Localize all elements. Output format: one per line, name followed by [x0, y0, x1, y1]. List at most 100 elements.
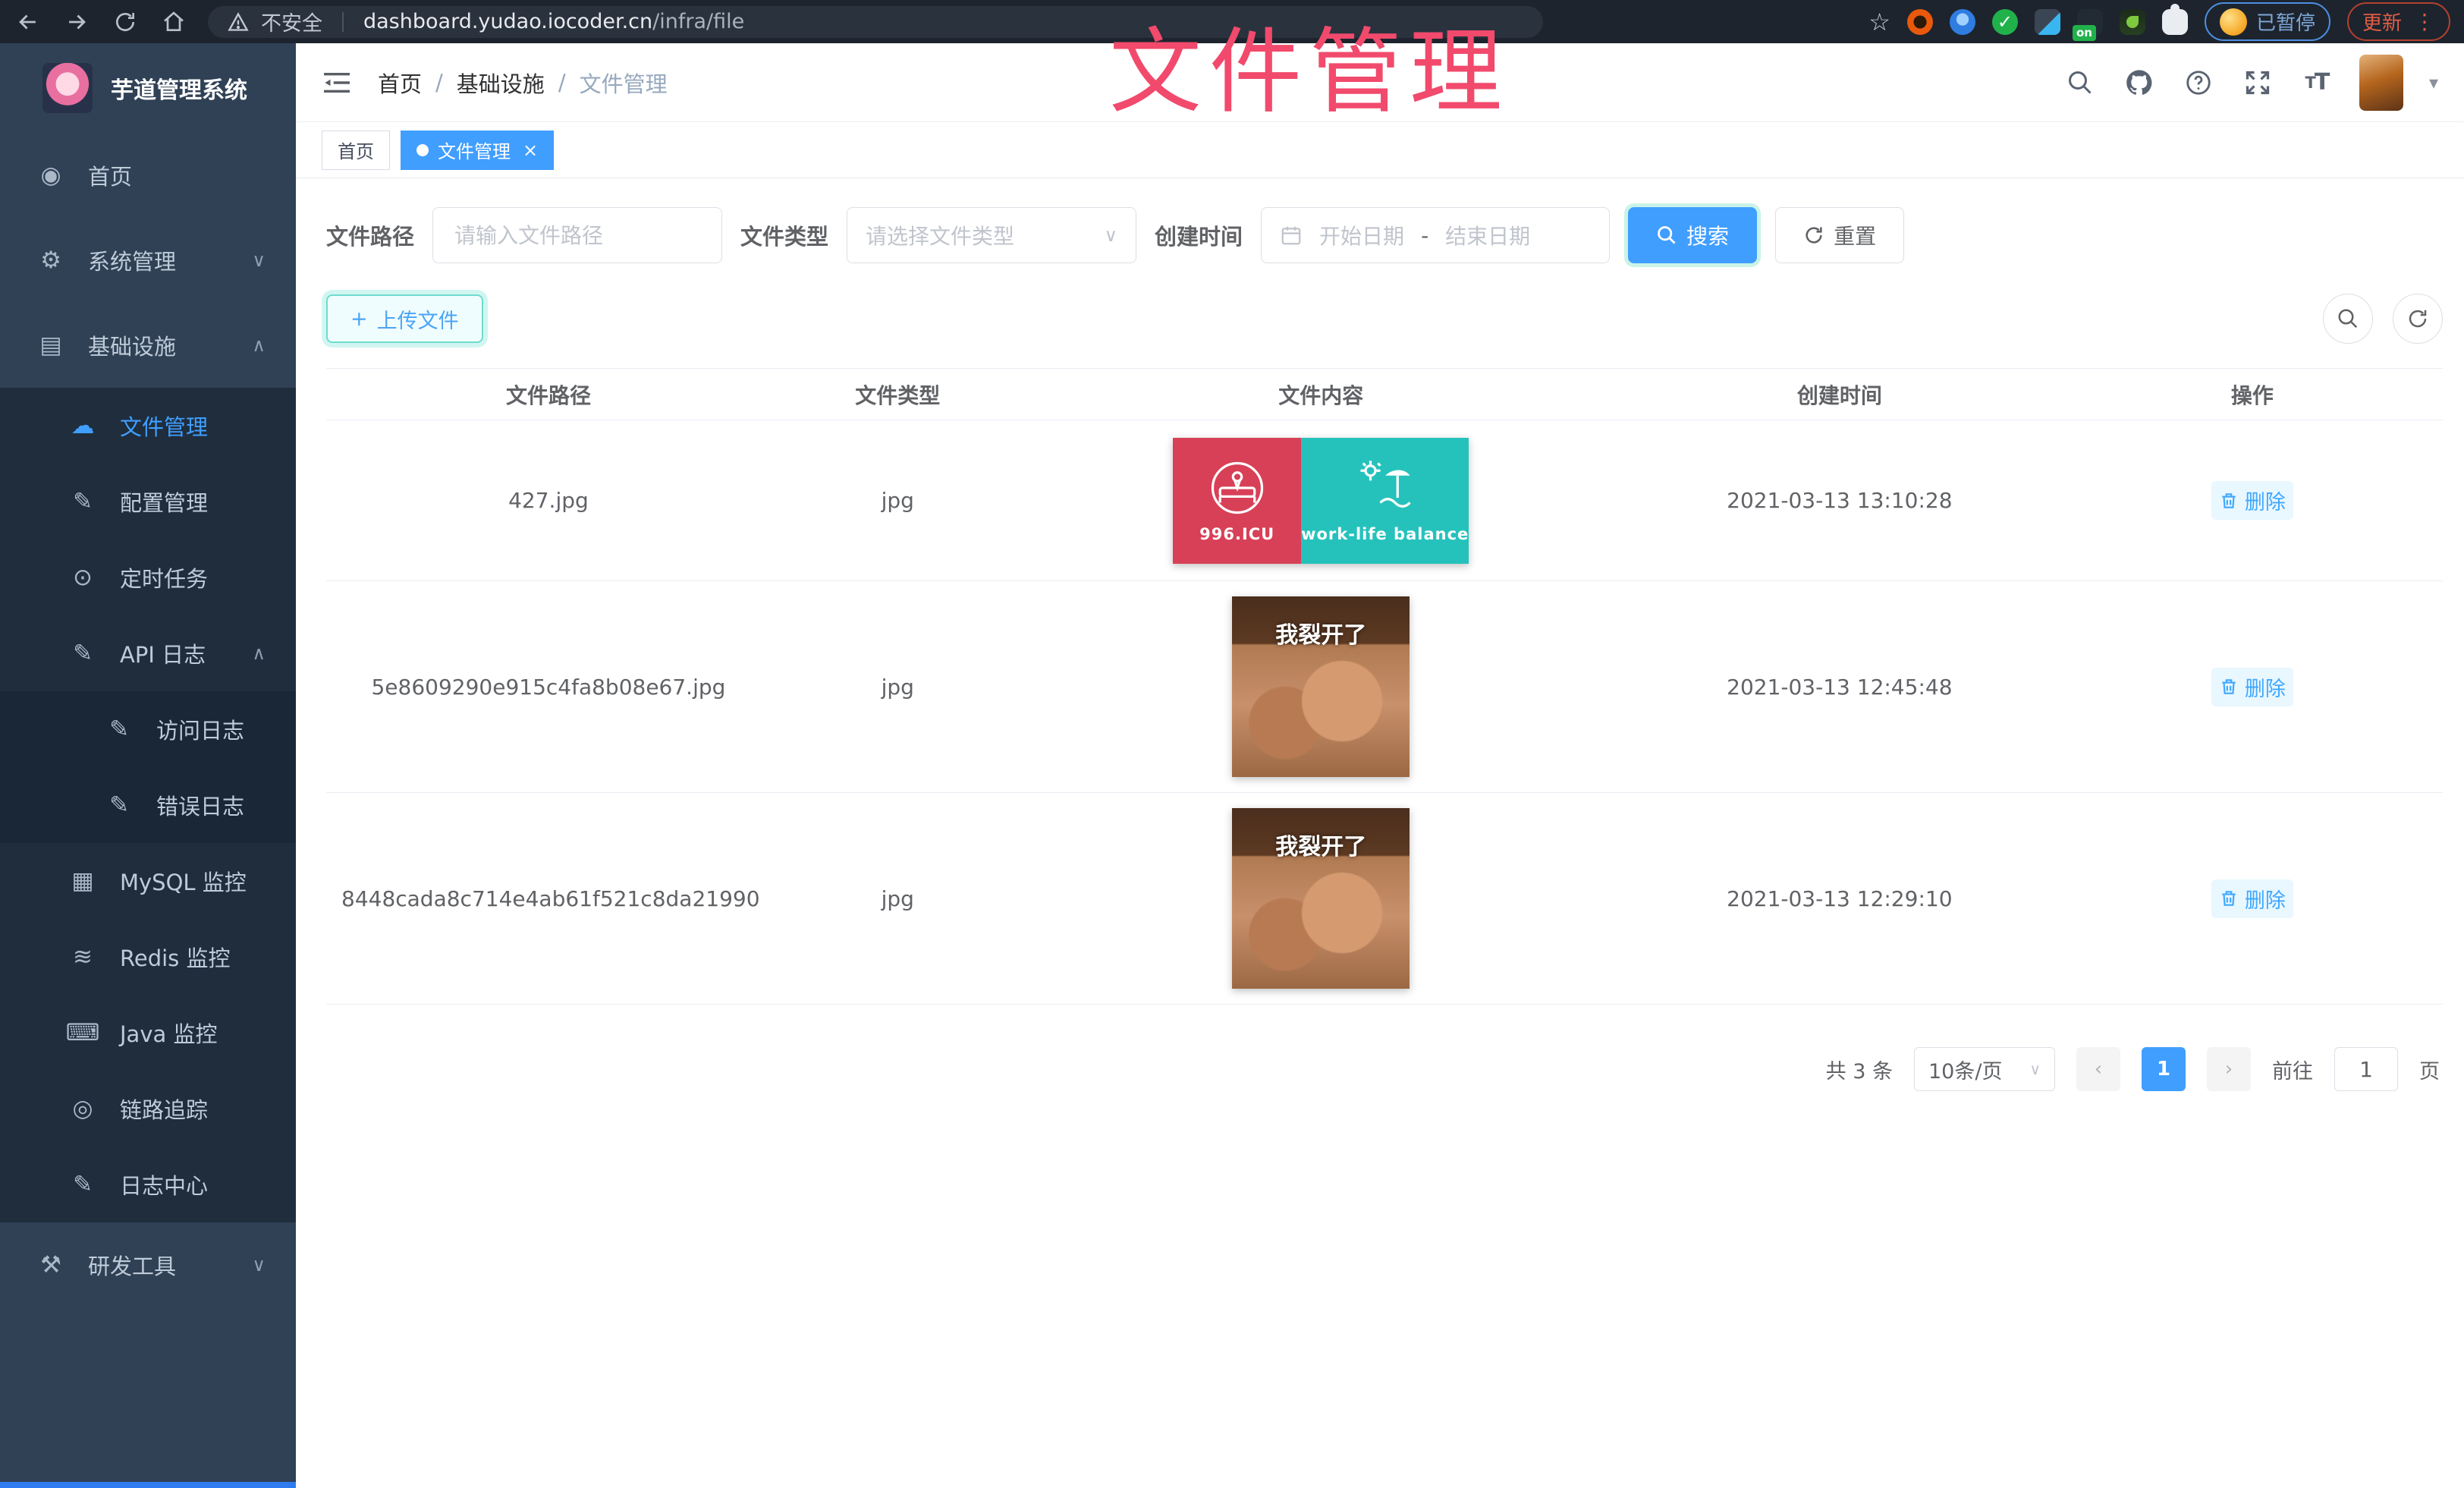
cloud-icon: ☁: [65, 412, 100, 439]
file-thumbnail-meme[interactable]: 我裂开了: [1232, 596, 1410, 777]
reset-button[interactable]: 重置: [1775, 207, 1904, 263]
browser-back-icon[interactable]: [14, 8, 42, 36]
next-page-button[interactable]: ›: [2207, 1047, 2251, 1091]
column-header: 文件内容: [1025, 379, 1617, 410]
chevron-down-icon: ∨: [1104, 225, 1117, 246]
extension-icon[interactable]: [1950, 9, 1975, 35]
refresh-table-button[interactable]: [2393, 294, 2443, 344]
breadcrumb-item[interactable]: 首页: [378, 67, 422, 99]
file-path-input[interactable]: [432, 207, 722, 263]
sidebar-item-redis[interactable]: ≋Redis 监控: [0, 919, 296, 995]
thumb-left-text: 996.ICU: [1199, 525, 1274, 543]
browser-reload-icon[interactable]: [111, 8, 140, 36]
tag-item[interactable]: 首页: [322, 131, 390, 170]
browser-menu-icon[interactable]: ⋮: [2414, 9, 2435, 34]
profile-avatar: [2220, 8, 2247, 36]
current-page-button[interactable]: 1: [2142, 1047, 2186, 1091]
show-search-button[interactable]: [2323, 294, 2373, 344]
sidebar-item-system[interactable]: ⚙系统管理∨: [0, 218, 296, 303]
cell-file-content: 我裂开了: [1025, 596, 1617, 777]
sidebar-item-log-center[interactable]: ✎日志中心: [0, 1147, 296, 1222]
page-size-select[interactable]: 10条/页 ∨: [1914, 1047, 2055, 1091]
extension-icon[interactable]: ✓: [1992, 9, 2018, 35]
sidebar-item-config[interactable]: ✎配置管理: [0, 464, 296, 540]
search-icon[interactable]: [2063, 66, 2097, 99]
close-icon[interactable]: ×: [523, 140, 538, 161]
delete-button[interactable]: 删除: [2211, 481, 2293, 520]
sidebar-item-label: 首页: [88, 159, 132, 191]
sidebar-item-error-log[interactable]: ✎错误日志: [0, 767, 296, 843]
font-size-icon[interactable]: TT: [2300, 66, 2334, 99]
sidebar-item-api-log[interactable]: ✎API 日志∧: [0, 615, 296, 691]
sidebar-item-java[interactable]: ⌨Java 监控: [0, 995, 296, 1071]
table-row: 5e8609290e915c4fa8b08e67.jpgjpg我裂开了2021-…: [326, 581, 2443, 793]
app-title: 芋道管理系统: [111, 71, 247, 105]
sidebar-logo-row[interactable]: 芋道管理系统: [0, 43, 296, 133]
chrome-update-pill[interactable]: 更新 ⋮: [2347, 2, 2450, 41]
start-date-placeholder: 开始日期: [1319, 220, 1404, 250]
user-avatar[interactable]: [2359, 55, 2403, 111]
monitor-icon: ▤: [33, 332, 68, 359]
tag-active[interactable]: 文件管理×: [401, 131, 554, 170]
thumb-left-panel: 996.ICU: [1173, 438, 1301, 564]
browser-home-icon[interactable]: [159, 8, 188, 36]
extension-icon[interactable]: [2035, 9, 2060, 35]
bookmark-star-icon[interactable]: ☆: [1868, 8, 1890, 36]
sidebar-item-file[interactable]: ☁ 文件管理: [0, 388, 296, 464]
github-icon[interactable]: [2123, 66, 2156, 99]
column-header: 创建时间: [1617, 379, 2062, 410]
file-type-label: 文件类型: [740, 219, 828, 251]
stack-icon: ≋: [65, 943, 100, 971]
extension-icon[interactable]: [2120, 9, 2145, 35]
trash-icon: [2219, 889, 2239, 908]
extensions-puzzle-icon[interactable]: [2162, 9, 2188, 35]
search-button[interactable]: 搜索: [1628, 207, 1757, 263]
breadcrumb-separator: /: [435, 70, 443, 96]
date-range-picker[interactable]: 开始日期 - 结束日期: [1261, 207, 1610, 263]
chevron-down-icon: ∨: [252, 250, 266, 271]
goto-page-input[interactable]: [2334, 1047, 2398, 1091]
breadcrumb-separator: /: [558, 70, 566, 96]
sidebar-item-trace[interactable]: ◎链路追踪: [0, 1071, 296, 1147]
gear-icon: ⚙: [33, 247, 68, 274]
submenu-api-log: ✎访问日志✎错误日志: [0, 691, 296, 843]
cell-file-path: 8448cada8c714e4ab61f521c8da21990: [326, 886, 771, 911]
upload-file-button[interactable]: + 上传文件: [326, 294, 483, 343]
browser-forward-icon[interactable]: [62, 8, 91, 36]
extension-icon[interactable]: [1907, 9, 1933, 35]
refresh-icon: [2406, 307, 2429, 330]
sidebar-item-devtools[interactable]: ⚒研发工具∨: [0, 1222, 296, 1307]
browser-chrome: 不安全 dashboard.yudao.iocoder.cn/infra/fil…: [0, 0, 2464, 43]
help-icon[interactable]: [2182, 66, 2215, 99]
sidebar-item-job[interactable]: ⊙定时任务: [0, 540, 296, 615]
chevron-down-icon[interactable]: ▾: [2429, 72, 2438, 93]
thumb-right-panel: work-life balance: [1301, 438, 1469, 564]
extension-icon[interactable]: on: [2077, 9, 2103, 35]
file-type-select[interactable]: 请选择文件类型 ∨: [847, 207, 1136, 263]
cell-file-type: jpg: [771, 675, 1025, 700]
profile-paused-pill[interactable]: 已暂停: [2205, 2, 2330, 41]
sidebar-item-infra[interactable]: ▤基础设施∧: [0, 303, 296, 388]
breadcrumb-item[interactable]: 基础设施: [457, 67, 545, 99]
extension-on-badge: on: [2073, 25, 2096, 41]
trash-icon: [2219, 677, 2239, 697]
sidebar-item-label: API 日志: [120, 637, 206, 669]
delete-button[interactable]: 删除: [2211, 879, 2293, 918]
column-header: 文件类型: [771, 379, 1025, 410]
delete-button[interactable]: 删除: [2211, 668, 2293, 706]
hamburger-icon[interactable]: [322, 70, 352, 96]
address-bar[interactable]: 不安全 dashboard.yudao.iocoder.cn/infra/fil…: [208, 6, 1543, 38]
breadcrumb-item: 文件管理: [580, 67, 668, 99]
prev-page-button[interactable]: ‹: [2076, 1047, 2120, 1091]
url-text: dashboard.yudao.iocoder.cn/infra/file: [363, 10, 744, 33]
file-thumbnail-meme[interactable]: 我裂开了: [1232, 808, 1410, 989]
file-thumbnail-996[interactable]: 996.ICU work-life balance: [1173, 438, 1469, 564]
table-header-row: 文件路径文件类型文件内容创建时间操作: [326, 369, 2443, 420]
sidebar-item-label: 访问日志: [156, 713, 244, 745]
sidebar-item-label: 文件管理: [120, 410, 208, 442]
sidebar-item-access-log[interactable]: ✎访问日志: [0, 691, 296, 767]
sidebar-item-label: 错误日志: [156, 789, 244, 821]
sidebar-item-home[interactable]: ◉首页: [0, 133, 296, 218]
sidebar-item-mysql[interactable]: ▦MySQL 监控: [0, 843, 296, 919]
fullscreen-icon[interactable]: [2241, 66, 2274, 99]
